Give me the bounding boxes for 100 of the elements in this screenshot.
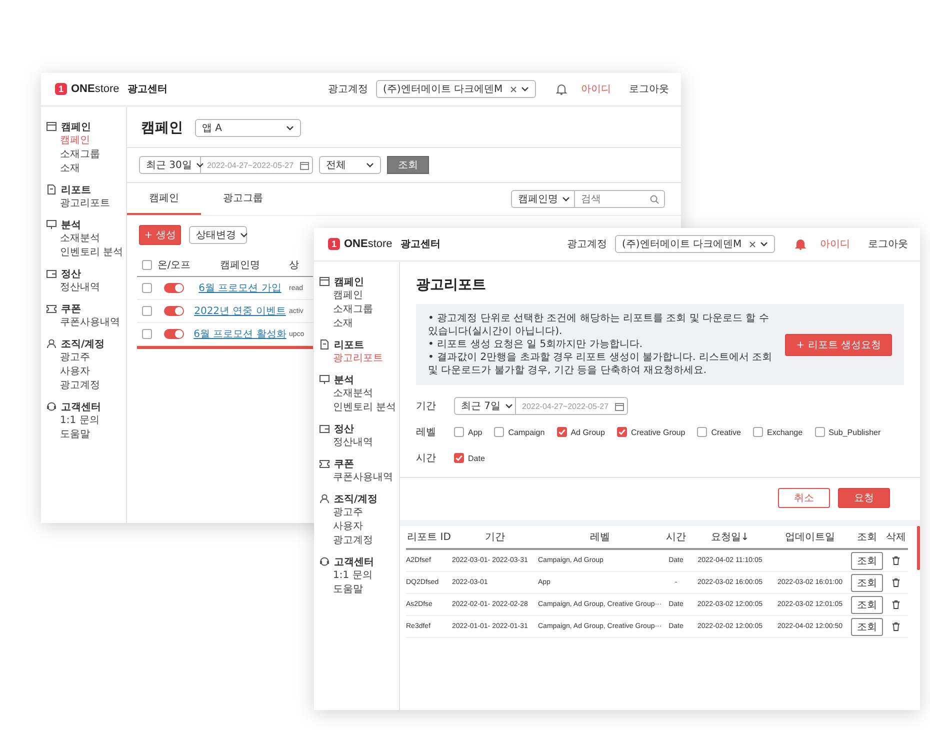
notice-text: • 리포트 생성 요청은 일 5회까지만 가능합니다.	[428, 338, 644, 351]
cancel-button[interactable]: 취소	[778, 488, 830, 508]
campaign-link[interactable]: 2022년 연중 이벤트	[194, 304, 286, 318]
checkbox[interactable]	[697, 427, 708, 437]
person-icon	[319, 493, 330, 504]
dropdown[interactable]: 상태변경	[189, 226, 247, 244]
campaign-link[interactable]: 6월 프로모션 활성화	[194, 327, 286, 341]
sidebar-item[interactable]: 캠페인	[319, 289, 363, 303]
calendar-icon	[614, 402, 624, 410]
headset-icon	[319, 556, 330, 567]
view-button[interactable]: 조회	[851, 574, 883, 592]
field-label: 시간	[416, 452, 437, 465]
sidebar-item[interactable]: 도움말	[319, 583, 363, 597]
create-button[interactable]: + 생성	[139, 225, 181, 245]
tab[interactable]: 광고그룹	[201, 183, 285, 215]
menu-heading: 조직/계정	[61, 338, 105, 350]
search-field[interactable]: 검색	[575, 190, 665, 208]
sidebar-item[interactable]: 정산내역	[319, 436, 373, 450]
sidebar-item[interactable]: 1:1 문의	[319, 569, 372, 583]
chevron-icon	[521, 86, 529, 92]
logout-link[interactable]: 로그아웃	[868, 237, 908, 251]
sidebar-item[interactable]: 광고계정	[319, 534, 373, 548]
chevron-icon	[366, 162, 374, 168]
user-link[interactable]: 아이디	[820, 237, 850, 251]
dropdown[interactable]: 앱 A	[195, 119, 301, 137]
trash-icon[interactable]	[892, 622, 900, 631]
toggle-switch[interactable]	[164, 306, 184, 316]
sidebar-item[interactable]: 사용자	[319, 520, 363, 534]
dropdown[interactable]: 최근 7일	[454, 397, 516, 415]
campaign-link[interactable]: 6월 프로모션 가입	[198, 281, 282, 295]
checkbox[interactable]	[142, 306, 152, 316]
sidebar-item[interactable]: 광고리포트	[319, 352, 383, 366]
create-report-button[interactable]: + 리포트 생성요청	[785, 334, 892, 356]
sidebar-item[interactable]: 광고계정	[46, 379, 100, 393]
bell-icon[interactable]	[795, 238, 806, 250]
trash-icon[interactable]	[892, 600, 900, 609]
user-link[interactable]: 아이디	[581, 82, 611, 96]
scrollbar[interactable]	[917, 526, 920, 570]
trash-icon[interactable]	[892, 578, 900, 587]
notice-text: • 결과값이 2만행을 초과할 경우 리포트 생성이 불가합니다. 리스트에서 조회 및 다운로드가 불가할 경우, 기간 등을 단축하여 재요청하세요.	[428, 351, 774, 377]
sidebar-item[interactable]: 캠페인	[46, 134, 90, 148]
menu-heading: 정산	[334, 422, 354, 436]
sidebar-item[interactable]: 소재	[46, 162, 80, 176]
checkbox[interactable]	[616, 427, 627, 437]
checkbox[interactable]	[142, 329, 152, 339]
column-header: 온/오프	[157, 259, 191, 272]
sidebar-item[interactable]: 사용자	[46, 365, 90, 379]
view-button[interactable]: 조회	[851, 552, 883, 570]
chevron-icon	[562, 196, 570, 202]
sidebar-item[interactable]: 정산내역	[46, 281, 100, 295]
checkbox[interactable]	[142, 260, 152, 270]
sidebar-item[interactable]: 쿠폰사용내역	[319, 471, 393, 485]
column-header: 상	[289, 259, 300, 272]
checkbox-label: Creative	[711, 428, 741, 436]
menu-heading: 분석	[61, 218, 81, 232]
menu-heading: 분석	[334, 374, 354, 386]
sidebar-item[interactable]: 광고주	[46, 351, 90, 365]
dropdown[interactable]: 최근 30일	[139, 156, 201, 174]
request-button[interactable]: 요청	[838, 488, 890, 508]
sidebar-item[interactable]: 광고주	[319, 506, 363, 520]
chevron-icon	[286, 125, 294, 131]
sidebar-item[interactable]: 소재그룹	[46, 148, 100, 162]
checkbox[interactable]	[494, 427, 504, 437]
logo-wordmark: ONEstore	[344, 238, 392, 250]
toggle-switch[interactable]	[164, 283, 184, 293]
sidebar-item[interactable]: 소재분석	[319, 387, 373, 401]
checkbox[interactable]	[142, 283, 152, 293]
sidebar-item[interactable]: 소재그룹	[319, 303, 373, 317]
view-button[interactable]: 조회	[851, 618, 883, 636]
sidebar-item[interactable]: 소재	[319, 317, 353, 331]
tab[interactable]: 캠페인	[127, 183, 201, 215]
checkbox[interactable]	[454, 453, 464, 463]
bell-icon[interactable]	[556, 83, 567, 95]
dropdown[interactable]: 캠페인명	[511, 190, 575, 208]
sidebar-item[interactable]: 도움말	[46, 428, 90, 442]
menu-heading: 정산	[61, 268, 81, 280]
sidebar-item[interactable]: 쿠폰사용내역	[46, 316, 120, 330]
sidebar-item[interactable]: 소재분석	[46, 232, 100, 246]
chevron-icon	[240, 232, 248, 238]
dropdown[interactable]: 전체	[319, 156, 381, 174]
sidebar-item[interactable]: 광고리포트	[46, 197, 110, 211]
logo-wordmark: ONEstore	[71, 83, 120, 95]
toggle-switch[interactable]	[164, 329, 184, 339]
sidebar-item[interactable]: 인벤토리 분석	[319, 401, 396, 415]
account-dropdown[interactable]: (주)엔터메이트 다크에덴M	[376, 80, 536, 98]
checkbox[interactable]	[454, 427, 464, 437]
sidebar-item[interactable]: 1:1 문의	[46, 414, 100, 428]
trash-icon[interactable]	[892, 556, 900, 565]
checkbox[interactable]	[753, 427, 763, 437]
checkbox[interactable]	[556, 427, 567, 437]
view-button[interactable]: 조회	[851, 596, 883, 614]
account-dropdown[interactable]: (주)엔터메이트 다크에덴M	[615, 235, 775, 253]
column-header: 리포트 ID	[406, 531, 452, 544]
page-title: 캠페인	[141, 119, 183, 137]
ticket-icon	[319, 458, 330, 469]
app-title: 광고센터	[400, 238, 440, 251]
logout-link[interactable]: 로그아웃	[629, 82, 669, 96]
sidebar-item[interactable]: 인벤토리 분석	[46, 246, 124, 260]
search-button[interactable]: 조회	[387, 156, 429, 174]
checkbox[interactable]	[814, 427, 825, 437]
